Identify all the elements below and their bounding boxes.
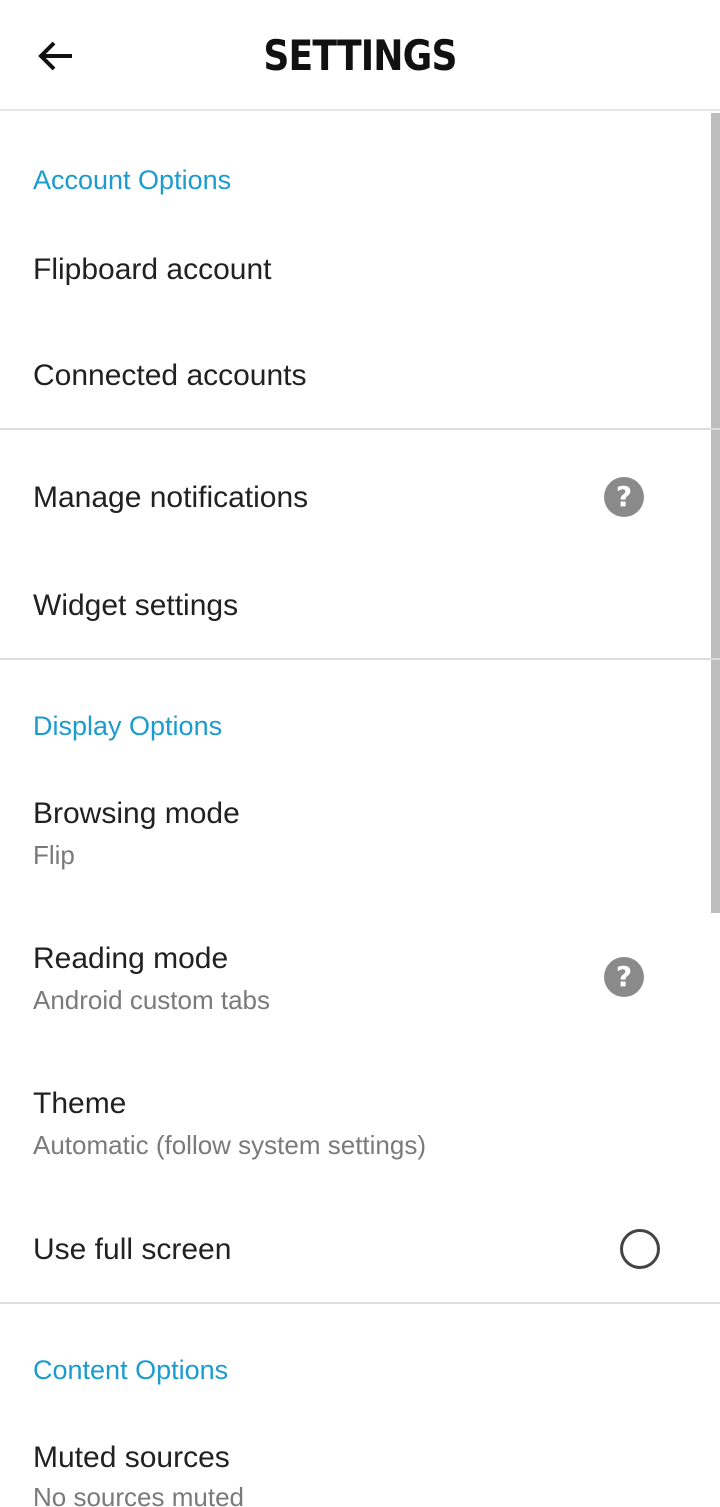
top-app-bar: SETTINGS	[0, 0, 720, 111]
setting-subtitle: No sources muted	[33, 1482, 244, 1507]
section-header-account-options: Account Options	[33, 165, 232, 195]
full-screen-toggle[interactable]	[620, 1229, 660, 1269]
section-divider	[0, 428, 720, 430]
setting-flipboard-account[interactable]: Flipboard account	[0, 231, 711, 327]
setting-subtitle: Automatic (follow system settings)	[33, 1130, 427, 1160]
setting-title: Browsing mode	[33, 797, 240, 830]
setting-title: Manage notifications	[33, 481, 309, 514]
setting-title: Flipboard account	[33, 253, 272, 286]
settings-list[interactable]: Account Options Flipboard account Connec…	[0, 111, 720, 1507]
scrollbar[interactable]	[711, 113, 720, 913]
help-icon[interactable]: ?	[604, 957, 644, 997]
page-title: SETTINGS	[263, 31, 457, 80]
setting-connected-accounts[interactable]: Connected accounts	[0, 327, 711, 427]
setting-browsing-mode[interactable]: Browsing mode Flip	[0, 781, 711, 911]
setting-title: Reading mode	[33, 942, 229, 975]
setting-use-full-screen[interactable]: Use full screen	[0, 1201, 711, 1301]
section-header-display-options: Display Options	[33, 711, 223, 741]
setting-title: Use full screen	[33, 1233, 232, 1266]
setting-subtitle: Flip	[33, 840, 75, 870]
setting-muted-sources[interactable]: Muted sources No sources muted	[0, 1425, 711, 1507]
setting-title: Theme	[33, 1087, 127, 1120]
setting-subtitle: Android custom tabs	[33, 985, 271, 1015]
section-divider	[0, 658, 720, 660]
setting-title: Widget settings	[33, 589, 239, 622]
setting-title: Connected accounts	[33, 359, 307, 392]
settings-screen: SETTINGS Account Options Flipboard accou…	[0, 0, 720, 1507]
section-header-content-options: Content Options	[33, 1355, 229, 1385]
help-icon[interactable]: ?	[604, 477, 644, 517]
setting-theme[interactable]: Theme Automatic (follow system settings)	[0, 1071, 711, 1201]
setting-manage-notifications[interactable]: Manage notifications ?	[0, 431, 711, 555]
setting-reading-mode[interactable]: Reading mode Android custom tabs ?	[0, 926, 711, 1056]
setting-title: Muted sources	[33, 1441, 230, 1474]
section-divider	[0, 1302, 720, 1304]
setting-widget-settings[interactable]: Widget settings	[0, 555, 711, 657]
